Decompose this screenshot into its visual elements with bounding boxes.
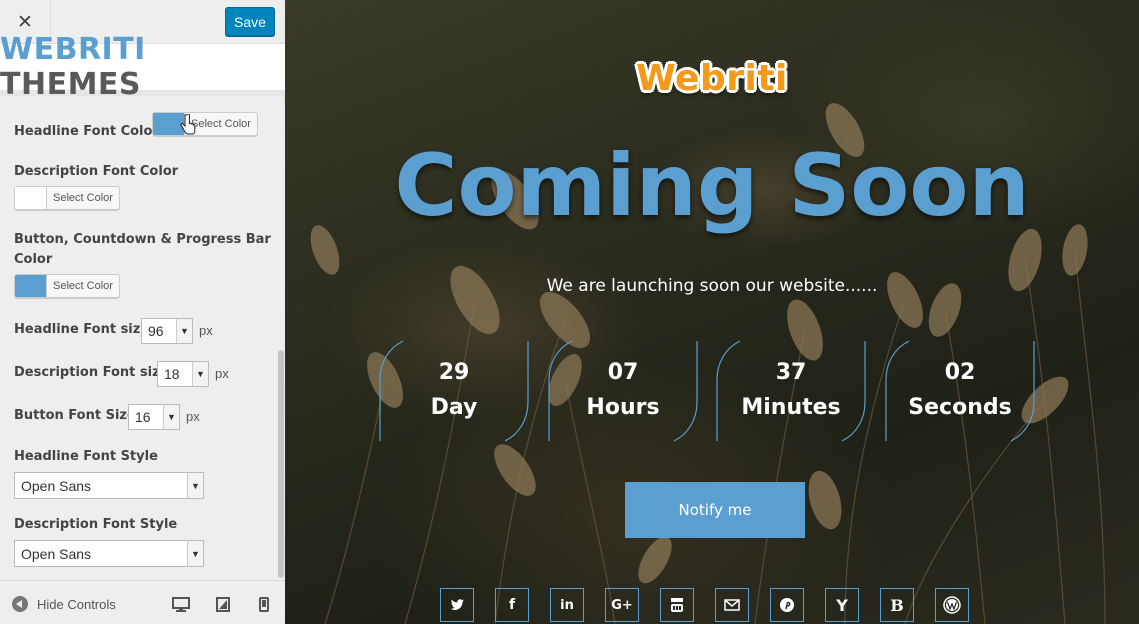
description-font-size-label: Description Font size: [14, 365, 169, 380]
description-font-color-picker[interactable]: Select Color: [14, 186, 120, 210]
description-font-style-select[interactable]: Open Sans ▼: [14, 540, 204, 567]
chevron-down-icon: ▼: [163, 405, 179, 429]
description-font-style-label: Description Font Style: [14, 517, 178, 532]
tablet-preview-icon[interactable]: [216, 597, 230, 612]
accent-color-picker[interactable]: Select Color: [14, 274, 120, 298]
pinterest-icon[interactable]: [770, 588, 804, 622]
coming-soon-headline: Coming Soon: [394, 136, 1030, 236]
desktop-preview-icon[interactable]: [172, 597, 190, 612]
countdown-label: Minutes: [741, 395, 841, 420]
chevron-down-icon: ▼: [187, 473, 203, 498]
chevron-down-icon: ▼: [192, 362, 208, 386]
description-color-swatch[interactable]: [15, 187, 47, 209]
countdown-frame: [885, 340, 1035, 442]
countdown-value: 29: [438, 360, 470, 385]
webriti-themes-logo: WEBRITI THEMES: [0, 32, 285, 102]
twitter-icon[interactable]: [440, 588, 474, 622]
collapse-arrow-icon: [12, 596, 28, 612]
customizer-controls-panel: Headline Font Color Select Color Descrip…: [0, 102, 277, 580]
scrollbar[interactable]: [277, 102, 285, 580]
hide-controls-button[interactable]: Hide Controls: [12, 596, 116, 612]
countdown-frame: [548, 340, 698, 442]
countdown-hours: 07 Hours: [548, 340, 698, 442]
description-font-color-label: Description Font Color: [14, 164, 179, 179]
countdown-value: 07: [607, 360, 639, 385]
wordpress-icon[interactable]: [935, 588, 969, 622]
countdown-label: Day: [430, 395, 478, 420]
headline-font-size-select[interactable]: 96 ▼: [141, 318, 193, 344]
scrollbar-thumb[interactable]: [278, 350, 284, 578]
headline-font-color-label: Headline Font Color: [14, 124, 159, 139]
chevron-down-icon: ▼: [176, 319, 192, 343]
accent-color-swatch[interactable]: [15, 275, 47, 297]
select-color-button[interactable]: Select Color: [47, 275, 119, 297]
youtube-icon[interactable]: [660, 588, 694, 622]
countdown-value: 02: [944, 360, 976, 385]
logo-text-themes: THEMES: [0, 67, 142, 102]
countdown-days: 29 Day: [379, 340, 529, 442]
logo-text-webriti: WEBRITI: [0, 32, 146, 67]
select-color-button[interactable]: Select Color: [47, 187, 119, 209]
launch-description: We are launching soon our website......: [546, 276, 878, 296]
button-font-size-label: Button Font Size: [14, 408, 136, 423]
countdown-label: Seconds: [908, 395, 1012, 420]
px-unit: px: [215, 366, 229, 381]
countdown-value: 37: [775, 360, 807, 385]
linkedin-icon[interactable]: in: [550, 588, 584, 622]
headline-font-color-picker[interactable]: Select Color: [152, 112, 258, 136]
site-preview: Webriti Coming Soon We are launching soo…: [285, 0, 1139, 624]
countdown-frame: [716, 340, 866, 442]
mobile-preview-icon[interactable]: [259, 597, 269, 612]
google-plus-icon[interactable]: G+: [605, 588, 639, 622]
yelp-icon[interactable]: Y: [825, 588, 859, 622]
description-font-size-select[interactable]: 18 ▼: [157, 361, 209, 387]
accent-color-label: Button, Countdown & Progress Bar: [14, 232, 271, 247]
notify-me-button[interactable]: Notify me: [625, 482, 805, 538]
blogger-icon[interactable]: B: [880, 588, 914, 622]
headline-font-style-label: Headline Font Style: [14, 449, 158, 464]
px-unit: px: [199, 323, 213, 338]
customizer-footer: Hide Controls: [0, 580, 285, 624]
countdown-minutes: 37 Minutes: [716, 340, 866, 442]
webriti-brand-logo: Webriti: [636, 58, 788, 99]
email-icon[interactable]: [715, 588, 749, 622]
customizer-sidebar: ✕ Save WEBRITI THEMES Headline Font Colo…: [0, 0, 285, 624]
countdown-label: Hours: [586, 395, 660, 420]
cursor-hand-icon: [180, 114, 196, 135]
button-font-size-select[interactable]: 16 ▼: [128, 404, 180, 430]
chevron-down-icon: ▼: [187, 541, 203, 566]
px-unit: px: [186, 409, 200, 424]
facebook-icon[interactable]: f: [495, 588, 529, 622]
hide-controls-label: Hide Controls: [37, 596, 116, 612]
countdown-frame: [379, 340, 529, 442]
countdown-seconds: 02 Seconds: [885, 340, 1035, 442]
headline-font-size-label: Headline Font size: [14, 322, 150, 337]
accent-color-label-line2: Color: [14, 252, 53, 267]
headline-font-style-select[interactable]: Open Sans ▼: [14, 472, 204, 499]
